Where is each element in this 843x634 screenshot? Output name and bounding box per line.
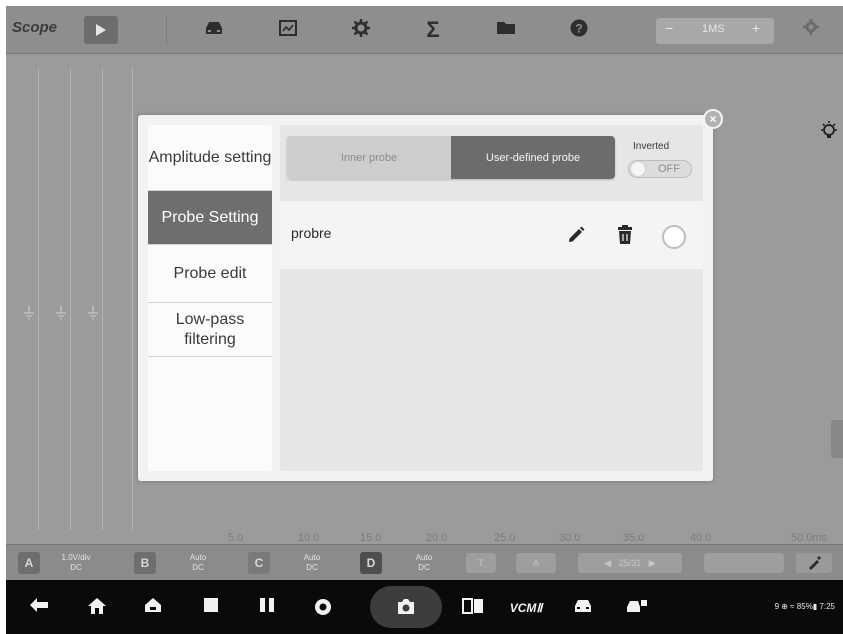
lightbulb-icon[interactable]: [819, 120, 839, 147]
channel-b-button[interactable]: B: [134, 552, 156, 574]
channel-a-settings[interactable]: 1.0V/div DC: [56, 553, 96, 573]
channel-bar: A 1.0V/div DC B Auto DC C Auto DC D Auto…: [6, 544, 843, 580]
x-tick-label: 15.0: [360, 532, 382, 544]
x-tick-label: 30.0: [559, 532, 581, 544]
trash-icon[interactable]: [616, 225, 636, 245]
app-title: Scope: [12, 19, 58, 36]
scale-axis-a: [38, 68, 39, 530]
split-screen-icon[interactable]: [256, 597, 278, 619]
back-icon[interactable]: [28, 597, 50, 619]
probe-select-radio[interactable]: [662, 225, 686, 249]
tab-inner-probe[interactable]: Inner probe: [287, 136, 451, 179]
screenshot-button[interactable]: [370, 586, 442, 628]
x-tick-label: 25.0: [494, 532, 516, 544]
page-prev-icon[interactable]: ◀: [604, 558, 611, 568]
channel-b-coupling: DC: [192, 563, 204, 572]
gear-icon[interactable]: [799, 18, 823, 42]
edit-pencil-icon[interactable]: [566, 225, 586, 245]
menu-item-low-pass-filtering[interactable]: Low-pass filtering: [148, 303, 272, 357]
page-next-icon[interactable]: ▶: [649, 558, 656, 568]
probe-tool-icon[interactable]: [796, 553, 832, 573]
menu-item-probe-edit[interactable]: Probe edit: [148, 245, 272, 303]
tab-user-defined-probe[interactable]: User-defined probe: [451, 136, 615, 179]
channel-b-scale: Auto: [189, 553, 207, 562]
x-tick-label: 50.0ms: [791, 532, 828, 544]
channel-d-scale: Auto: [415, 553, 433, 562]
side-panel-handle[interactable]: [831, 420, 843, 458]
timebase-value: 1MS: [702, 23, 725, 35]
scope-screen: Scope Σ ? − 1MS + 5.0 10.0 15.0 20.0 25.…: [6, 6, 843, 634]
probe-type-selector: Inner probe User-defined probe: [287, 136, 615, 179]
play-icon: [96, 24, 106, 36]
settings-menu: Amplitude setting Probe Setting Probe ed…: [148, 125, 272, 471]
recent-apps-icon[interactable]: [200, 597, 222, 619]
x-tick-label: 40.0: [690, 532, 712, 544]
browser-icon[interactable]: [312, 597, 334, 619]
folder-icon[interactable]: [494, 18, 518, 42]
channel-b-settings[interactable]: Auto DC: [178, 553, 218, 573]
scale-axis-b: [70, 68, 71, 530]
vcm-button[interactable]: VCMⅡ: [506, 597, 546, 619]
close-icon[interactable]: ×: [703, 109, 723, 129]
timebase-plus-button[interactable]: +: [752, 20, 760, 36]
settings-icon[interactable]: [349, 18, 373, 42]
menu-item-amplitude-setting[interactable]: Amplitude setting: [148, 125, 272, 191]
channel-c-settings[interactable]: Auto DC: [292, 553, 332, 573]
toolbar-divider: [166, 16, 167, 44]
channel-c-scale: Auto: [303, 553, 321, 562]
channel-a-button[interactable]: A: [18, 552, 40, 574]
x-tick-label: 10.0: [298, 532, 320, 544]
multi-window-icon[interactable]: [462, 597, 484, 619]
x-tick-label: 5.0: [228, 532, 244, 544]
play-button[interactable]: [84, 16, 118, 44]
page-navigator[interactable]: ◀ 25/31 ▶: [578, 553, 682, 573]
timebase-control: − 1MS +: [656, 18, 774, 44]
x-tick-label: 35.0: [623, 532, 645, 544]
inverted-state: OFF: [658, 163, 680, 175]
channel-c-button[interactable]: C: [248, 552, 270, 574]
channel-d-button[interactable]: D: [360, 552, 382, 574]
trigger-edge-button[interactable]: A: [516, 553, 556, 573]
home-icon[interactable]: [86, 597, 108, 619]
top-toolbar: Scope Σ ? − 1MS +: [6, 6, 843, 54]
channel-d-settings[interactable]: Auto DC: [404, 553, 444, 573]
inverted-toggle[interactable]: OFF: [628, 160, 692, 178]
house-icon[interactable]: [142, 597, 164, 619]
toggle-knob: [631, 162, 645, 176]
probe-settings-dialog: Amplitude setting Probe Setting Probe ed…: [138, 115, 713, 481]
vehicle-service-icon[interactable]: [626, 597, 648, 619]
save-icon[interactable]: [276, 18, 300, 42]
channel-a-scale: 1.0V/div: [61, 553, 91, 562]
channel-a-coupling: DC: [70, 563, 82, 572]
sum-icon[interactable]: Σ: [421, 18, 445, 42]
status-area: 9 ⊕ ≈ 85%▮ 7:25: [774, 602, 835, 611]
camera-icon: [398, 599, 414, 614]
car-icon[interactable]: [572, 597, 594, 619]
channel-d-coupling: DC: [418, 563, 430, 572]
scale-axis-d: [132, 68, 133, 530]
probe-name: probre: [291, 225, 332, 241]
page-indicator: 25/31: [618, 558, 642, 568]
channel-c-coupling: DC: [306, 563, 318, 572]
ground-markers: [24, 306, 98, 320]
timebase-minus-button[interactable]: −: [665, 20, 673, 36]
x-tick-label: 20.0: [426, 532, 448, 544]
probe-list-item[interactable]: probre: [280, 201, 703, 269]
scale-axis-c: [102, 68, 103, 530]
svg-text:?: ?: [575, 22, 582, 36]
help-icon[interactable]: ?: [567, 18, 591, 42]
probe-setting-panel: Inner probe User-defined probe Inverted …: [280, 125, 703, 471]
menu-item-probe-setting[interactable]: Probe Setting: [148, 191, 272, 245]
system-nav-bar: VCMⅡ 9 ⊕ ≈ 85%▮ 7:25: [6, 580, 843, 634]
vehicle-icon[interactable]: [202, 18, 226, 42]
trigger-button[interactable]: T: [466, 553, 496, 573]
inverted-label: Inverted: [633, 141, 670, 152]
extra-option-button[interactable]: [704, 553, 784, 573]
